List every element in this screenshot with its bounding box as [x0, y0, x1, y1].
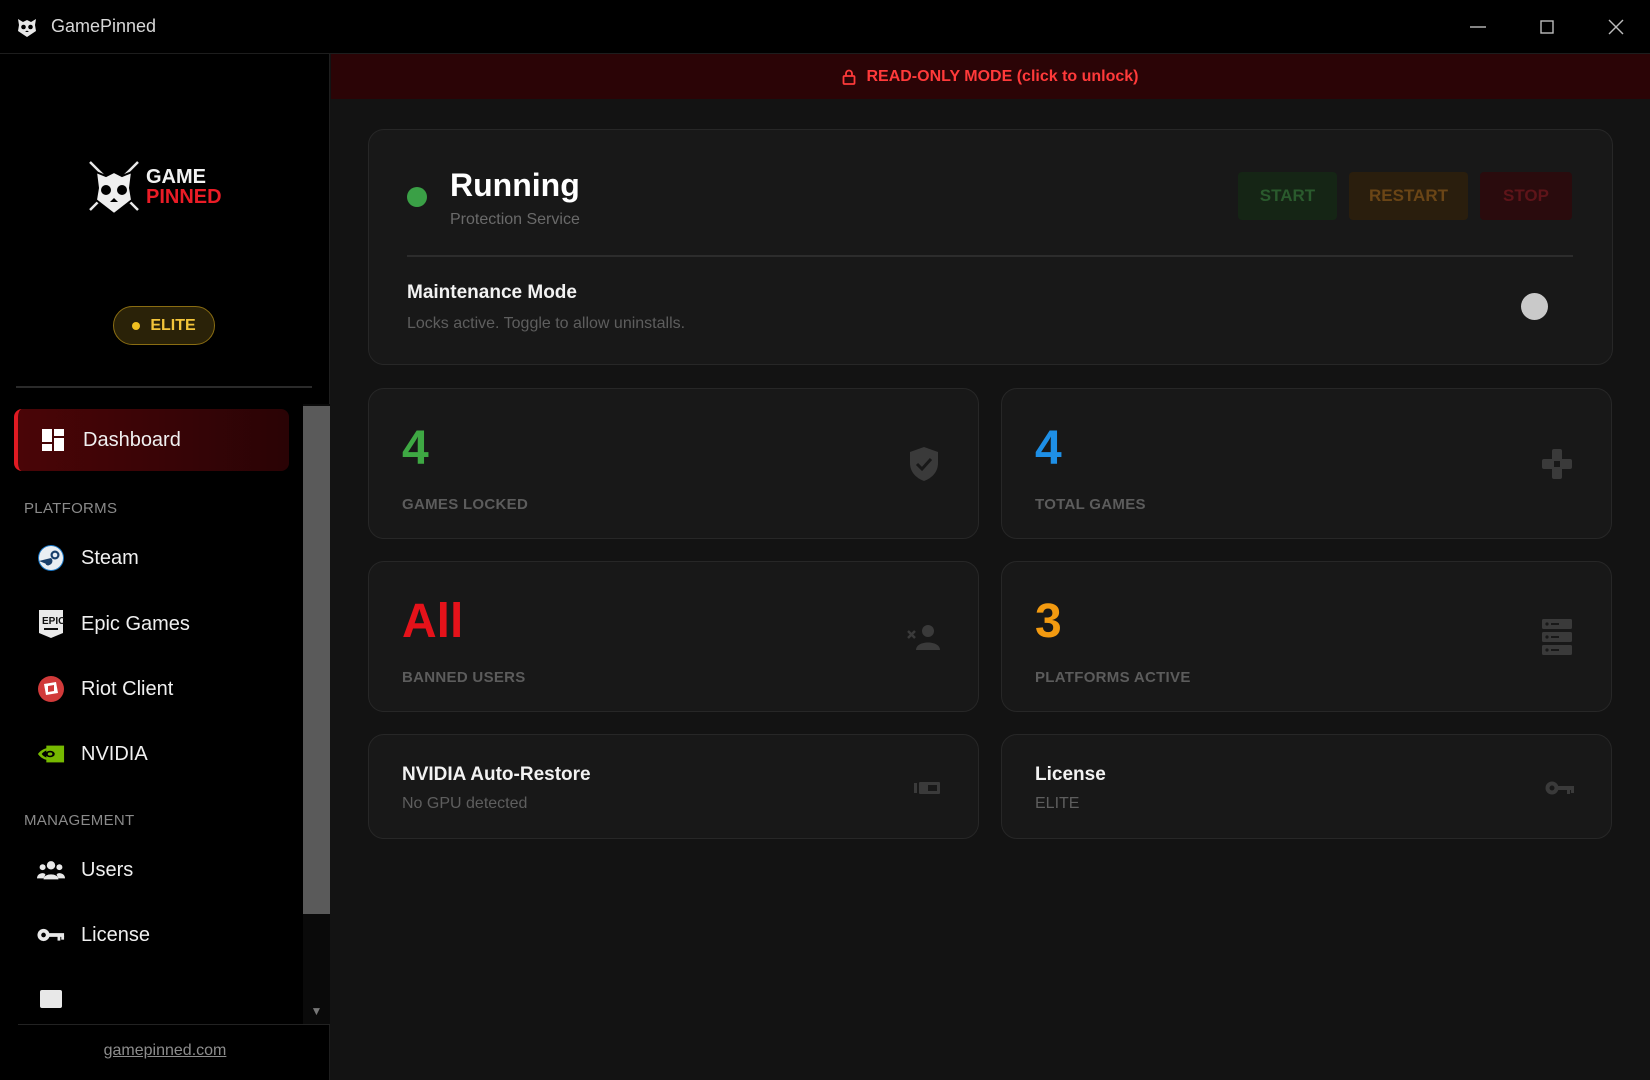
- logo-line-1: GAME: [146, 166, 206, 188]
- banner-text: READ-ONLY MODE (click to unlock): [866, 67, 1139, 85]
- stat-label: PLATFORMS ACTIVE: [1035, 669, 1191, 686]
- nav-list: Dashboard PLATFORMS Steam EPIC Epic Game…: [0, 404, 303, 1078]
- website-link[interactable]: gamepinned.com: [0, 1042, 330, 1060]
- nav-item-label: NVIDIA: [81, 742, 148, 765]
- maximize-icon: [1539, 20, 1554, 34]
- window-title: GamePinned: [51, 16, 157, 36]
- nav-item-users[interactable]: Users: [14, 839, 289, 901]
- minimize-button[interactable]: [1443, 0, 1512, 54]
- nvidia-auto-restore-card[interactable]: NVIDIA Auto-Restore No GPU detected: [368, 734, 979, 839]
- service-status: Running: [450, 167, 580, 203]
- logo-line-2: PINNED: [146, 186, 222, 208]
- nav-item-label: Riot Client: [81, 677, 174, 700]
- tier-dot-icon: [132, 321, 141, 330]
- read-only-banner[interactable]: READ-ONLY MODE (click to unlock): [331, 54, 1650, 99]
- sidebar: GAME PINNED ELITE Dashboard PLATFORMS St…: [0, 54, 330, 1080]
- tier-label: ELITE: [150, 316, 196, 334]
- nav-item-dashboard[interactable]: Dashboard: [14, 409, 289, 471]
- info-title: NVIDIA Auto-Restore: [402, 764, 591, 785]
- stat-label: BANNED USERS: [402, 669, 526, 686]
- app-logo-icon: [18, 18, 36, 37]
- sidebar-divider: [16, 386, 312, 388]
- server-icon: [1537, 617, 1577, 657]
- toggle-knob: [1521, 293, 1548, 320]
- section-label-management: MANAGEMENT: [24, 812, 135, 829]
- service-card: Running Protection Service START RESTART…: [368, 129, 1613, 365]
- brand-logo: GAME PINNED: [88, 160, 238, 218]
- title-bar: GamePinned: [0, 0, 1650, 54]
- start-button[interactable]: START: [1238, 172, 1337, 220]
- maximize-button[interactable]: [1512, 0, 1581, 54]
- tier-badge: ELITE: [113, 306, 215, 345]
- status-indicator: [407, 187, 427, 207]
- settings-icon: [37, 987, 65, 1015]
- info-subtitle: No GPU detected: [402, 795, 528, 812]
- stat-label: GAMES LOCKED: [402, 496, 529, 513]
- stat-card-platforms-active: 3 PLATFORMS ACTIVE: [1001, 561, 1612, 712]
- users-icon: [37, 856, 65, 884]
- info-title: License: [1035, 764, 1106, 785]
- nav-scrollbar-thumb[interactable]: [303, 406, 330, 914]
- maintenance-title: Maintenance Mode: [407, 282, 577, 303]
- minimize-icon: [1469, 26, 1486, 28]
- service-subtitle: Protection Service: [450, 211, 580, 228]
- stat-value: 4: [1035, 422, 1062, 475]
- key-icon: [37, 921, 65, 949]
- nav-item-label: Users: [81, 858, 134, 881]
- svg-text:EPIC: EPIC: [42, 616, 64, 627]
- dashboard-icon: [39, 426, 67, 454]
- gamepad-icon: [1537, 444, 1577, 484]
- nav-item-riot-client[interactable]: Riot Client: [14, 658, 289, 720]
- sidebar-footer-divider: [18, 1024, 330, 1025]
- brand-shield-icon: GAME PINNED: [89, 161, 222, 216]
- close-icon: [1608, 19, 1623, 35]
- epic-games-icon: EPIC: [37, 610, 65, 638]
- stat-card-games-locked: 4 GAMES LOCKED: [368, 388, 979, 539]
- key-icon: [1543, 771, 1577, 805]
- nav-item-nvidia[interactable]: NVIDIA: [14, 723, 289, 785]
- nav-item-steam[interactable]: Steam: [14, 527, 289, 589]
- stat-value: All: [402, 595, 464, 648]
- gpu-icon: [910, 771, 944, 805]
- close-button[interactable]: [1581, 0, 1650, 54]
- stat-card-total-games: 4 TOTAL GAMES: [1001, 388, 1612, 539]
- riot-client-icon: [37, 675, 65, 703]
- nav-item-epic-games[interactable]: EPIC Epic Games: [14, 593, 289, 655]
- stat-value: 3: [1035, 595, 1062, 648]
- restart-button[interactable]: RESTART: [1349, 172, 1468, 220]
- maintenance-description: Locks active. Toggle to allow uninstalls…: [407, 315, 686, 332]
- shield-check-icon: [904, 444, 944, 484]
- nav-item-label: Dashboard: [83, 428, 181, 451]
- nav-item-partial[interactable]: [14, 970, 289, 1032]
- stat-label: TOTAL GAMES: [1035, 496, 1146, 513]
- maintenance-toggle[interactable]: [1519, 293, 1563, 320]
- nav-item-label: Steam: [81, 546, 139, 569]
- nav-item-label: License: [81, 923, 150, 946]
- steam-icon: [37, 544, 65, 572]
- info-subtitle: ELITE: [1035, 795, 1080, 812]
- nav-item-license[interactable]: License: [14, 904, 289, 966]
- stop-button[interactable]: STOP: [1480, 172, 1572, 220]
- section-label-platforms: PLATFORMS: [24, 500, 118, 517]
- stat-value: 4: [402, 422, 429, 475]
- nvidia-icon: [37, 740, 65, 768]
- nav-item-label: Epic Games: [81, 612, 190, 635]
- stat-card-banned-users: All BANNED USERS: [368, 561, 979, 712]
- lock-icon: [843, 69, 856, 85]
- scroll-down-icon[interactable]: ▼: [303, 998, 330, 1024]
- license-card[interactable]: License ELITE: [1001, 734, 1612, 839]
- service-divider: [407, 255, 1573, 257]
- user-ban-icon: [904, 617, 944, 657]
